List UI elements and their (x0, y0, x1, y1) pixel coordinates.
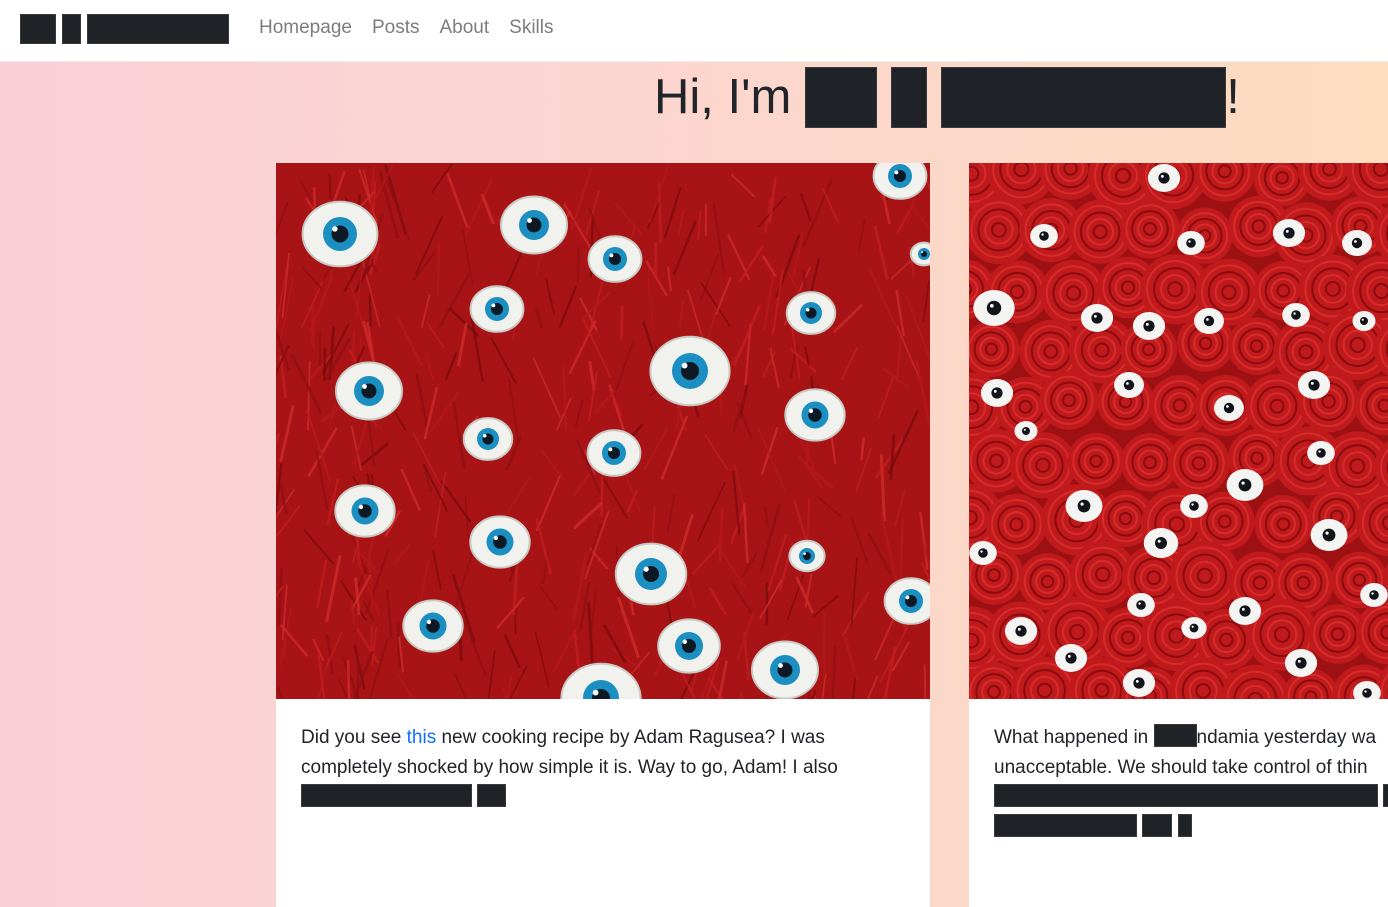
redacted-name-block (891, 66, 928, 128)
nav-link-homepage[interactable]: Homepage (259, 16, 352, 40)
top-navbar: Homepage Posts About Skills (0, 0, 1388, 62)
post-excerpt: What happened in ndamia yesterday wa una… (994, 723, 1388, 843)
post-text: ndamia yesterday wa (1196, 727, 1377, 748)
redacted-text-block (1153, 724, 1197, 747)
redacted-text-block (994, 784, 1378, 807)
nav-link-posts[interactable]: Posts (372, 16, 420, 40)
nav-link-skills[interactable]: Skills (509, 16, 553, 40)
brand-name-redacted[interactable] (20, 14, 229, 44)
redacted-name-block (941, 66, 1227, 128)
post-card: What happened in ndamia yesterday wa una… (969, 163, 1388, 907)
redacted-text-block (1142, 814, 1173, 837)
yarn-balls-illustration (969, 163, 1388, 699)
redacted-block (20, 14, 56, 44)
hero-heading-prefix: Hi, I'm (654, 70, 792, 124)
hero-heading: Hi, I'm ! (654, 66, 1240, 128)
hero-heading-suffix: ! (1226, 70, 1240, 124)
redacted-name-block (805, 66, 878, 128)
post-text: Did you see (301, 727, 407, 748)
post-text: What happened in (994, 727, 1154, 748)
redacted-text-block (1177, 814, 1192, 837)
post-excerpt: Did you see this new cooking recipe by A… (301, 723, 905, 813)
nav-link-about[interactable]: About (439, 16, 489, 40)
nav-links: Homepage Posts About Skills (259, 16, 553, 40)
post-card: Did you see this new cooking recipe by A… (276, 163, 930, 907)
post-text: unacceptable. We should take control of … (994, 757, 1368, 778)
redacted-text-block (301, 784, 472, 807)
yarn-eyes-illustration (276, 163, 930, 699)
post-image-yarn-eyes[interactable] (276, 163, 930, 699)
redacted-text-block (1383, 784, 1388, 807)
redacted-block (62, 14, 81, 44)
redacted-text-block (994, 814, 1137, 837)
redacted-text-block (477, 784, 507, 807)
post-inline-link[interactable]: this (407, 727, 437, 748)
post-image-yarn-balls[interactable] (969, 163, 1388, 699)
redacted-block (87, 14, 229, 44)
